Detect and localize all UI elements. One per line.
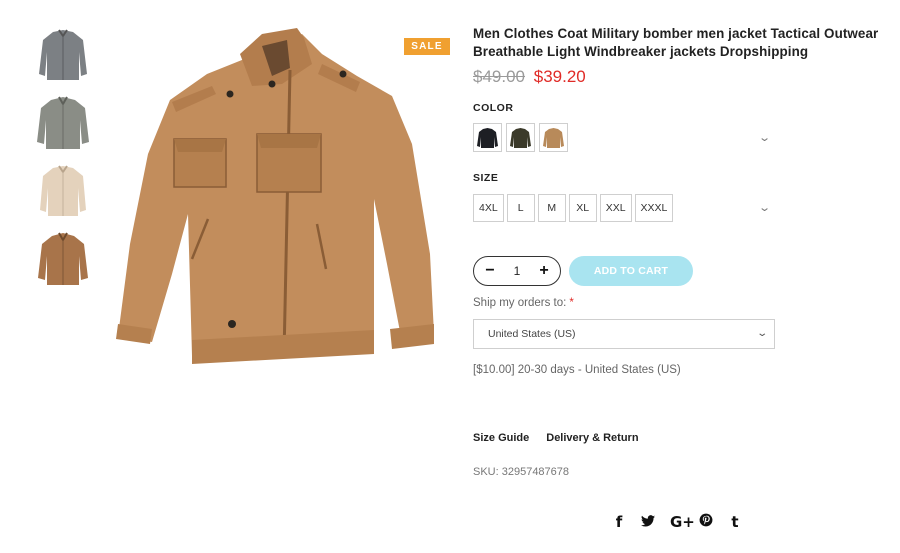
quantity-value[interactable]: 1 [514,264,521,278]
shipping-info: [$10.00] 20-30 days - United States (US) [473,364,681,376]
thumbnail-gray-green[interactable] [33,92,93,156]
sale-price: $39.20 [533,67,586,86]
chevron-down-icon[interactable]: ⌄ [758,131,771,144]
product-links: Size Guide Delivery & Return [473,432,639,444]
jacket-black-icon [477,128,498,148]
chevron-down-icon[interactable]: ⌄ [758,201,771,214]
jacket-gray-image [39,29,87,80]
thumbnail-list [33,24,93,296]
sku-text: SKU: 32957487678 [473,466,570,478]
jacket-khaki-image [38,232,88,285]
color-swatch-army-green[interactable] [506,123,535,152]
color-swatch-khaki[interactable] [539,123,568,152]
size-option-4xl[interactable]: 4XL [473,194,504,222]
pinterest-icon[interactable] [699,513,713,531]
size-guide-link[interactable]: Size Guide [473,432,529,444]
ship-country-select[interactable]: United States (US) ⌄ [473,319,775,349]
twitter-bird-shape [641,515,655,527]
thumbnail-gray[interactable] [33,24,93,88]
size-option-xl[interactable]: XL [568,194,597,222]
jacket-gray-green-image [37,96,89,149]
product-title: Men Clothes Coat Military bomber men jac… [473,26,879,59]
increase-quantity-button[interactable]: + [536,263,552,279]
jacket-khaki-large-image [116,28,434,364]
tumblr-icon[interactable]: t [728,513,742,531]
quantity-stepper: − 1 + [473,256,561,286]
required-mark: * [569,297,574,309]
size-option-xxxl[interactable]: XXXL [634,194,674,222]
color-label: COLOR [473,102,514,114]
chevron-down-icon: ⌄ [755,328,768,339]
color-swatches [473,123,568,152]
delivery-return-link[interactable]: Delivery & Return [546,432,638,444]
size-option-m[interactable]: M [537,194,566,222]
size-label: SIZE [473,172,499,184]
sale-badge: SALE [404,38,450,55]
facebook-icon[interactable]: f [612,513,626,531]
ship-to-label: Ship my orders to: * [473,297,574,309]
size-options: 4XL L M XL XXL XXXL [473,194,674,222]
size-option-xxl[interactable]: XXL [599,194,632,222]
jacket-beige-image [40,165,86,216]
jacket-army-green-icon [510,128,531,148]
main-product-image[interactable] [112,24,442,374]
size-option-l[interactable]: L [506,194,535,222]
jacket-khaki-icon [543,128,564,148]
color-swatch-black[interactable] [473,123,502,152]
old-price: $49.00 [473,67,525,86]
price-block: $49.00 $39.20 [473,67,893,87]
decrease-quantity-button[interactable]: − [482,263,498,279]
thumbnail-khaki[interactable] [33,228,93,292]
ship-to-label-text: Ship my orders to: [473,297,567,309]
thumbnail-beige[interactable] [33,160,93,224]
pinterest-shape [699,513,713,527]
ship-country-value: United States (US) [488,328,576,340]
product-info: Men Clothes Coat Military bomber men jac… [473,25,893,87]
twitter-icon[interactable] [641,513,655,531]
social-share: f G+ t [612,513,742,531]
google-plus-icon[interactable]: G+ [670,513,695,531]
add-to-cart-button[interactable]: ADD TO CART [569,256,693,286]
